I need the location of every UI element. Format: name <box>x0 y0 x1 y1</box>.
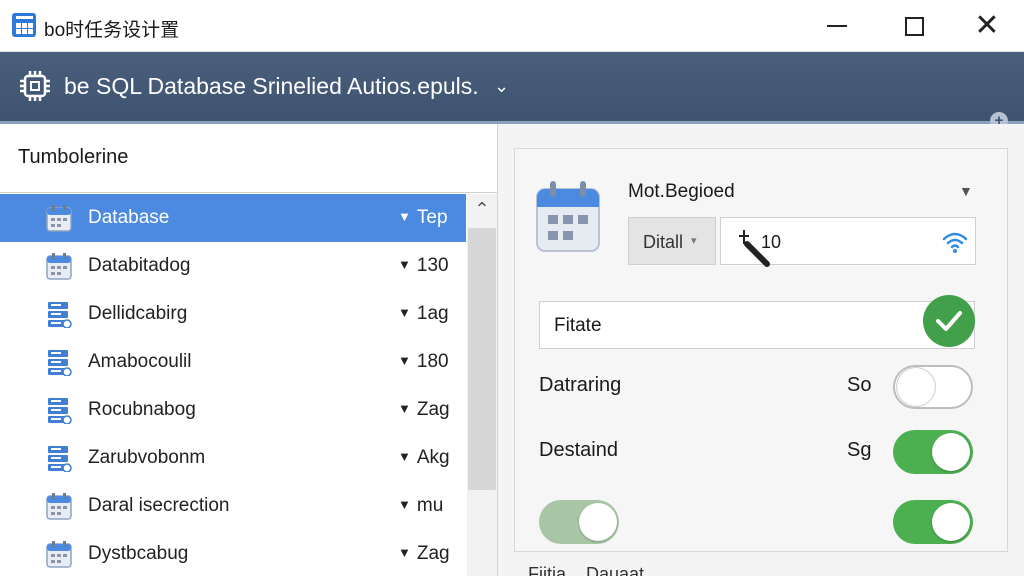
toggle-datraring[interactable] <box>893 365 973 409</box>
database-list: Database ▼ Tep Databitadog ▼ 130 Dellidcabirg ▼… <box>0 194 466 576</box>
number-value: 10 <box>761 232 782 252</box>
maximize-button[interactable] <box>894 8 934 44</box>
calendar-icon <box>46 492 72 520</box>
list-item-label: Databitadog <box>88 255 191 276</box>
list-item[interactable]: Amabocoulil ▼ 180 <box>0 338 466 386</box>
toggle-knob <box>932 433 970 471</box>
list-item-value-text: Akg <box>416 447 450 468</box>
setting-label-destaind: Destaind <box>539 439 618 461</box>
list-item[interactable]: Daral isecrection ▼ mu <box>0 482 466 530</box>
toggle-destaind[interactable] <box>893 430 973 474</box>
chip-icon <box>20 71 50 101</box>
server-icon <box>46 348 72 377</box>
caret-down-icon: ▼ <box>398 209 411 224</box>
list-item-value-text: Tep <box>416 207 448 228</box>
detail-dropdown-value: Ditall <box>643 232 684 252</box>
footer-text: Fiitia... Dauaat <box>528 564 645 576</box>
list-item-label: Dellidcabirg <box>88 303 188 324</box>
list-item[interactable]: Dellidcabirg ▼ 1ag <box>0 290 466 338</box>
list-item-value[interactable]: ▼ Zag <box>398 543 450 565</box>
calendar-icon <box>536 181 600 252</box>
caret-down-icon: ▼ <box>398 449 411 464</box>
list-item-value-text: Zag <box>416 399 450 420</box>
app-icon <box>12 13 36 37</box>
detail-panel: Mot.Begioed ▼ Ditall ▾ 10 Fitate Datrari… <box>498 124 1024 576</box>
list-item[interactable]: Zarubvobonm ▼ Akg <box>0 434 466 482</box>
maximize-icon <box>904 16 924 36</box>
list-item-value[interactable]: ▼ Akg <box>398 447 450 469</box>
scroll-thumb[interactable] <box>468 228 496 490</box>
server-icon <box>46 396 72 425</box>
list-item-label: Zarubvobonm <box>88 447 206 468</box>
number-field[interactable]: 10 <box>720 217 976 267</box>
caret-down-icon: ▼ <box>398 257 411 272</box>
scroll-up-button[interactable]: ⌃ <box>467 194 497 224</box>
list-item-label: Dystbcabug <box>88 543 189 564</box>
caret-down-icon[interactable]: ▼ <box>959 183 973 199</box>
list-item-value[interactable]: ▼ 130 <box>398 255 449 277</box>
toggle-knob <box>897 368 935 406</box>
settings-card: Mot.Begioed ▼ Ditall ▾ 10 Fitate Datrari… <box>514 148 1008 552</box>
check-icon[interactable] <box>923 295 975 347</box>
list-item-value[interactable]: ▼ mu <box>398 495 443 517</box>
list-item[interactable]: Databitadog ▼ 130 <box>0 242 466 290</box>
text-field[interactable]: Fitate <box>539 301 975 349</box>
chevron-down-icon[interactable]: ⌄ <box>494 76 509 97</box>
list-item-value[interactable]: ▼ 1ag <box>398 303 449 325</box>
calendar-icon <box>46 204 72 232</box>
caret-down-icon: ▼ <box>398 353 411 368</box>
caret-down-icon: ▼ <box>398 545 411 560</box>
minimize-icon <box>827 25 847 27</box>
sidebar-heading: Tumbolerine <box>18 146 129 168</box>
server-icon <box>46 300 72 329</box>
list-item-label: Amabocoulil <box>88 351 192 372</box>
list-item-value[interactable]: ▼ Zag <box>398 399 450 421</box>
caret-down-icon: ▾ <box>691 235 697 247</box>
close-button[interactable]: ✕ <box>967 8 1007 44</box>
text-field-value: Fitate <box>554 315 602 336</box>
list-item-value-text: mu <box>416 495 444 516</box>
close-icon: ✕ <box>974 9 1000 42</box>
app-header: be SQL Database Srinelied Autios.epuls. … <box>0 52 1024 130</box>
list-item-value-text: 130 <box>416 255 449 276</box>
setting-short-sg: Sg <box>847 439 872 461</box>
list-item-value-text: 180 <box>416 351 449 372</box>
list-item[interactable]: Rocubnabog ▼ Zag <box>0 386 466 434</box>
list-item-value-text: Zag <box>416 543 450 564</box>
caret-down-icon: ▼ <box>398 497 411 512</box>
title-bar: bo时任务设计置 ✕ <box>0 0 1024 52</box>
setting-label-datraring: Datraring <box>539 374 622 396</box>
region-label: Mot.Begioed <box>628 181 735 202</box>
toggle-knob <box>579 503 617 541</box>
toggle-knob <box>932 503 970 541</box>
sidebar: Tumbolerine Database ▼ Tep Databitadog ▼ 130 D… <box>0 124 498 576</box>
header-title[interactable]: be SQL Database Srinelied Autios.epuls. <box>64 73 479 100</box>
list-item-value[interactable]: ▼ Tep <box>398 207 448 229</box>
list-item[interactable]: Database ▼ Tep <box>0 194 466 242</box>
caret-down-icon: ▼ <box>398 305 411 320</box>
calendar-icon <box>46 252 72 280</box>
toggle-extra-left[interactable] <box>539 500 619 544</box>
list-item[interactable]: Dystbcabug ▼ Zag <box>0 530 466 576</box>
caret-down-icon: ▼ <box>398 401 411 416</box>
window-title: bo时任务设计置 <box>44 20 180 41</box>
detail-dropdown[interactable]: Ditall ▾ <box>628 217 716 265</box>
list-item-label: Daral isecrection <box>88 495 230 516</box>
minimize-button[interactable] <box>817 8 857 44</box>
list-item-label: Database <box>88 207 170 228</box>
toggle-extra-right[interactable] <box>893 500 973 544</box>
list-item-value[interactable]: ▼ 180 <box>398 351 449 373</box>
setting-short-so: So <box>847 374 872 396</box>
checkmark-icon <box>936 311 962 331</box>
list-item-label: Rocubnabog <box>88 399 196 420</box>
wifi-icon <box>942 232 968 253</box>
scrollbar[interactable]: ⌃ <box>467 194 497 576</box>
divider <box>0 192 497 193</box>
calendar-icon <box>46 540 72 568</box>
list-item-value-text: 1ag <box>416 303 449 324</box>
server-icon <box>46 444 72 473</box>
